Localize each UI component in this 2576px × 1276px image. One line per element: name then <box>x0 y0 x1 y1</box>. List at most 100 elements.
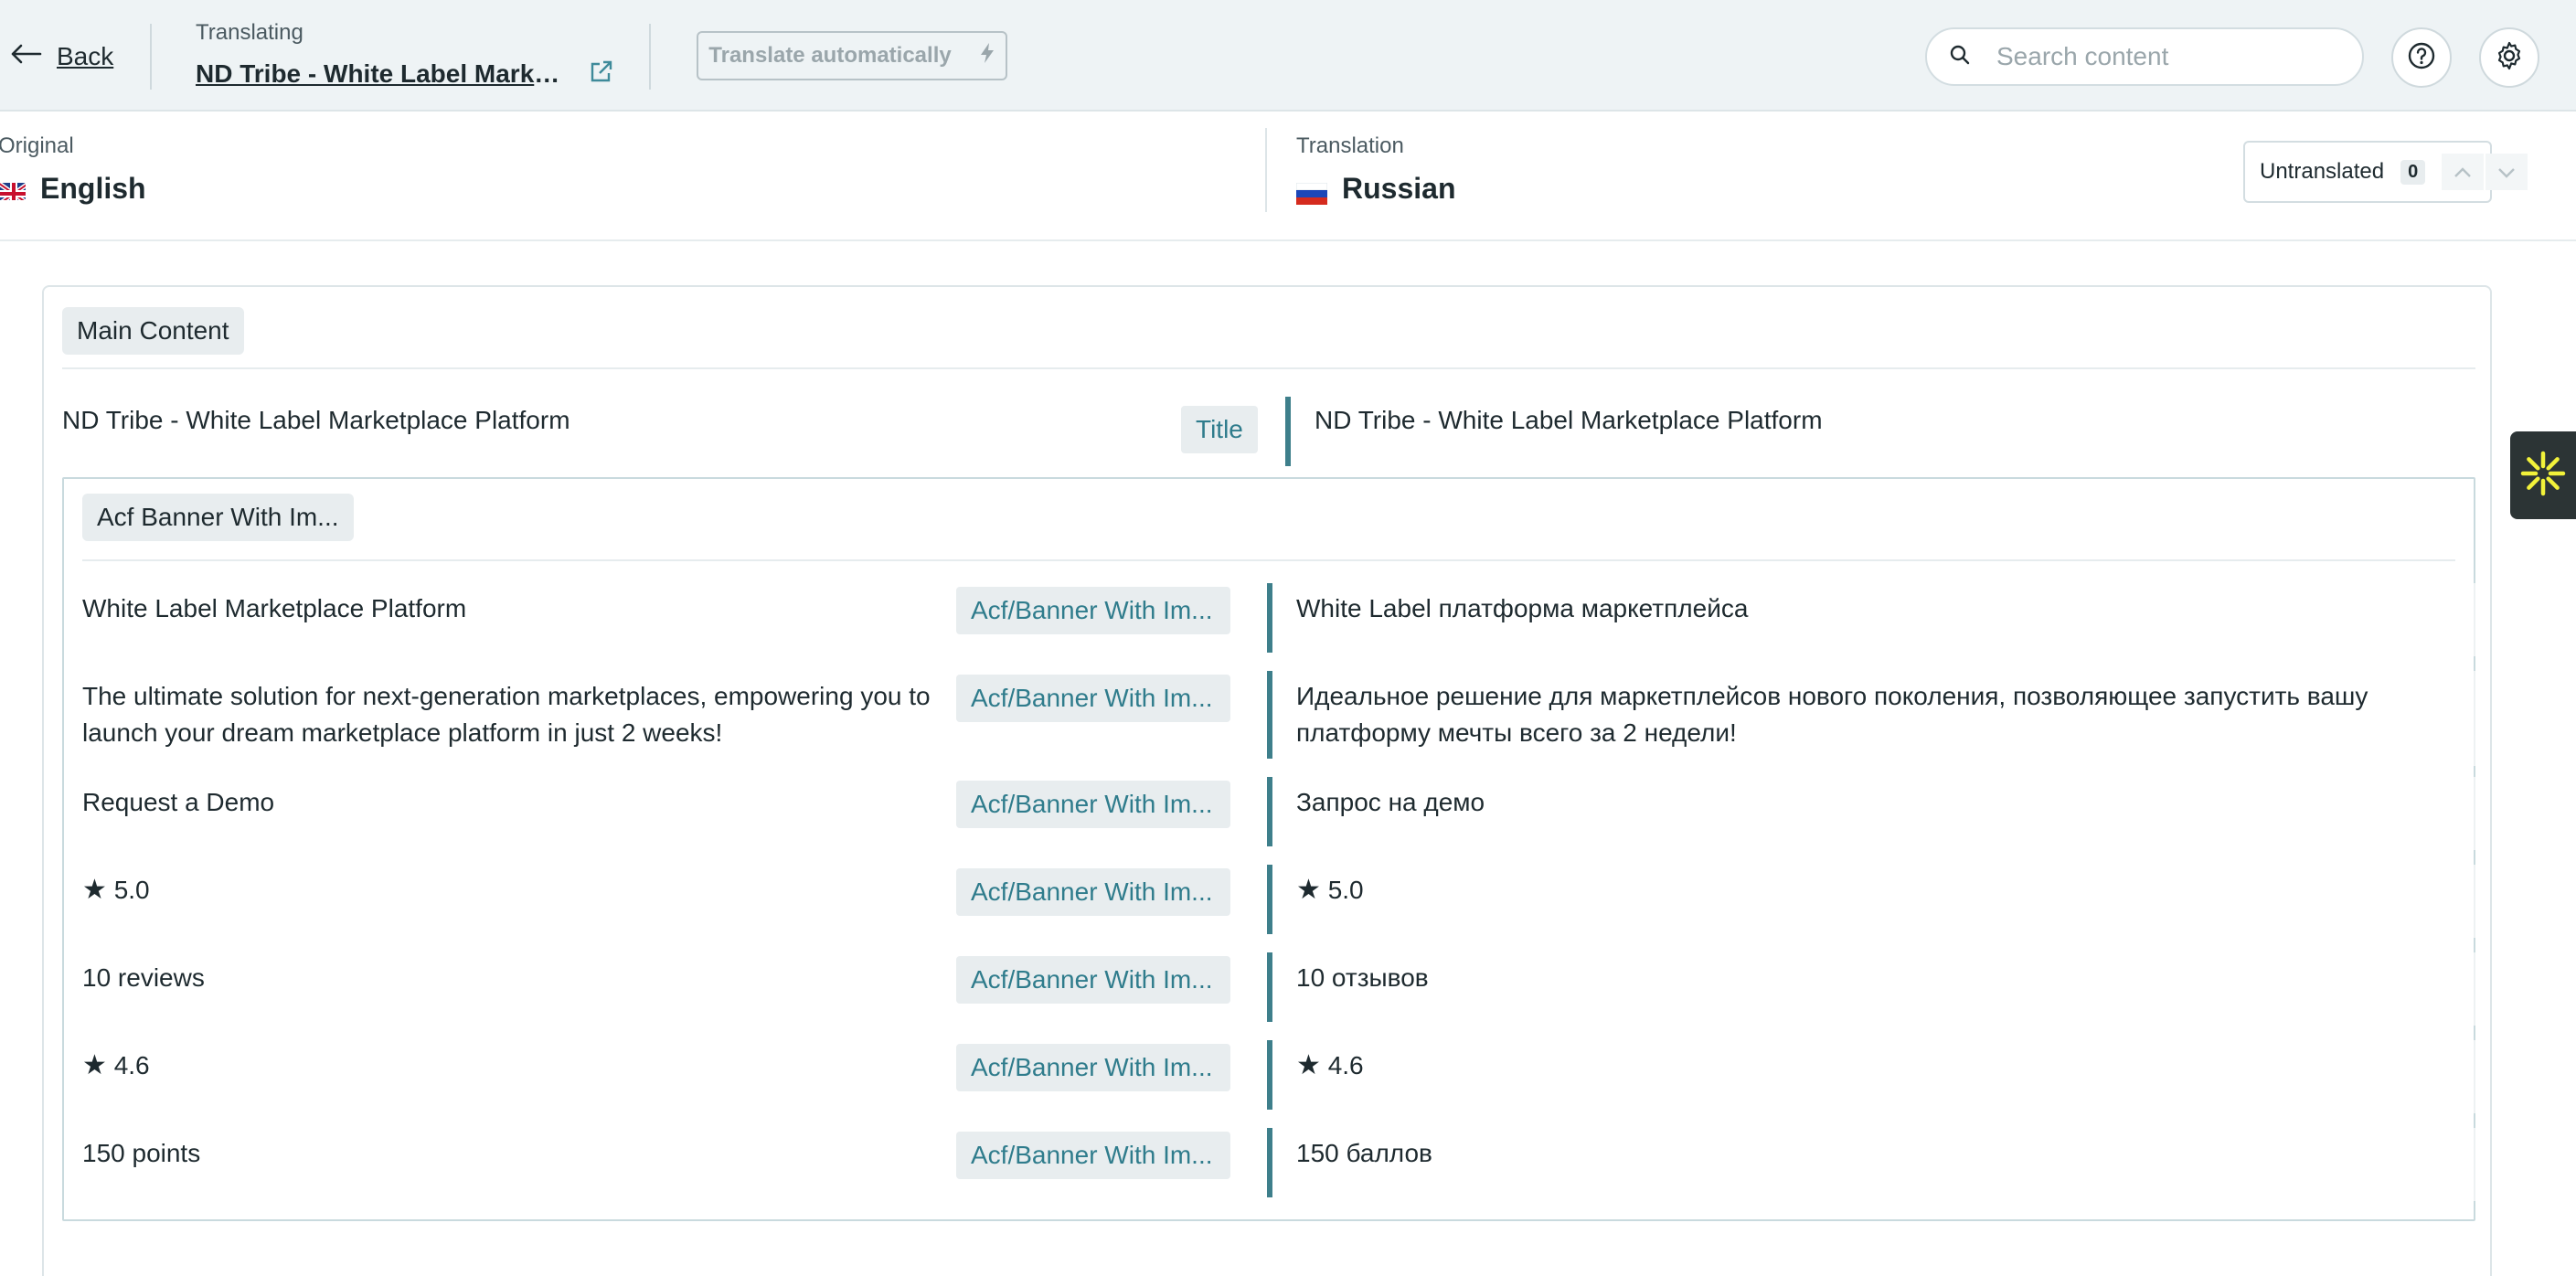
row-edge <box>2474 671 2475 766</box>
translation-row: Request a Demo Acf/Banner With Im... Зап… <box>82 777 2475 850</box>
original-text: The ultimate solution for next-generatio… <box>82 682 931 747</box>
original-value: 4.6 <box>113 1051 150 1079</box>
language-header: Original English Translation Russian Unt… <box>0 112 2576 241</box>
star-icon: ★ <box>82 875 107 905</box>
field-group: Acf Banner With Im... White Label Market… <box>62 477 2475 1221</box>
translation-text[interactable]: 150 баллов <box>1296 1135 2430 1172</box>
original-value: 5.0 <box>113 876 150 904</box>
settings-button[interactable] <box>2479 27 2539 88</box>
translation-text[interactable]: ★ 5.0 <box>1296 872 2430 909</box>
divider <box>62 367 2475 369</box>
row-edge <box>2474 583 2475 656</box>
translation-status-bar <box>1267 865 1272 934</box>
original-text: ND Tribe - White Label Marketplace Platf… <box>62 406 570 434</box>
field-badge: Acf/Banner With Im... <box>956 781 1230 828</box>
translation-text[interactable]: White Label платформа маркетплейса <box>1296 590 2430 627</box>
star-icon: ★ <box>82 1050 107 1080</box>
chevron-up-icon <box>2454 159 2472 185</box>
row-edge <box>2474 777 2475 850</box>
field-badge: Acf/Banner With Im... <box>956 1044 1230 1091</box>
translation-language-name: Russian <box>1342 172 1456 205</box>
translation-caption: Translation <box>1296 133 1404 158</box>
translation-value: 5.0 <box>1327 876 1364 904</box>
original-text: 10 reviews <box>82 963 205 992</box>
translation-language: Translation Russian <box>1295 133 1456 206</box>
question-circle-icon <box>2407 41 2436 75</box>
translation-value: 4.6 <box>1327 1051 1364 1079</box>
translation-row: White Label Marketplace Platform Acf/Ban… <box>82 583 2475 656</box>
title-row: ND Tribe - White Label Marketplace Platf… <box>62 397 2475 470</box>
translation-status-bar <box>1267 583 1272 653</box>
translation-text[interactable]: 10 отзывов <box>1296 960 2430 996</box>
field-badge: Acf/Banner With Im... <box>956 587 1230 634</box>
previous-untranslated-button[interactable] <box>2442 154 2485 190</box>
search-box[interactable] <box>1925 27 2364 86</box>
back-link[interactable]: Back <box>9 37 113 77</box>
translation-text[interactable]: ★ 4.6 <box>1296 1047 2430 1084</box>
row-edge <box>2474 952 2475 1026</box>
field-badge: Acf/Banner With Im... <box>956 868 1230 916</box>
field-badge: Title <box>1181 406 1258 453</box>
untranslated-navigator[interactable]: Untranslated 0 <box>2243 141 2528 203</box>
uk-flag-icon <box>0 178 26 200</box>
original-caption: Original <box>0 133 74 158</box>
original-language-name: English <box>40 172 146 205</box>
translation-status-bar <box>1267 1128 1272 1197</box>
star-icon: ★ <box>1296 1050 1321 1080</box>
translation-status-bar <box>1267 952 1272 1022</box>
translation-status-bar <box>1285 397 1291 466</box>
translation-text[interactable]: Запрос на демо <box>1296 784 2430 821</box>
external-link-icon[interactable] <box>589 58 614 89</box>
arrow-left-icon <box>9 42 42 71</box>
original-text: 150 points <box>82 1139 201 1167</box>
chevron-down-icon <box>2497 159 2516 185</box>
divider <box>82 559 2455 561</box>
back-label: Back <box>57 42 114 70</box>
search-input[interactable] <box>1996 42 2326 71</box>
next-untranslated-button[interactable] <box>2486 154 2528 190</box>
translate-automatically-button[interactable]: Translate automatically <box>697 31 1007 80</box>
translation-status-bar <box>1267 777 1272 846</box>
floating-assistant-widget[interactable] <box>2510 431 2576 519</box>
search-icon <box>1949 44 1971 70</box>
star-icon: ★ <box>1296 875 1321 905</box>
untranslated-count: 0 <box>2400 159 2426 185</box>
group-label: Acf Banner With Im... <box>82 494 354 541</box>
translation-row: 10 reviews Acf/Banner With Im... 10 отзы… <box>82 952 2475 1026</box>
field-badge: Acf/Banner With Im... <box>956 1132 1230 1179</box>
row-edge <box>2474 1128 2475 1201</box>
original-language: Original English <box>0 133 146 206</box>
translation-status-bar <box>1267 1040 1272 1110</box>
row-edge <box>2474 1040 2475 1113</box>
translation-row: ★ 5.0 Acf/Banner With Im... ★ 5.0 <box>82 865 2475 938</box>
translation-text[interactable]: Идеальное решение для маркетплейсов ново… <box>1296 678 2430 751</box>
asterisk-burst-icon <box>2517 448 2569 504</box>
divider <box>649 24 651 90</box>
translate-automatically-label: Translate automatically <box>708 43 952 68</box>
column-divider <box>1265 128 1267 212</box>
translating-caption: Translating <box>196 20 303 45</box>
lightning-icon <box>979 42 995 70</box>
section-label: Main Content <box>62 307 244 355</box>
original-text: White Label Marketplace Platform <box>82 594 467 622</box>
original-text: Request a Demo <box>82 788 275 816</box>
divider <box>150 24 152 90</box>
field-badge: Acf/Banner With Im... <box>956 956 1230 1004</box>
help-button[interactable] <box>2391 27 2452 88</box>
russia-flag-icon <box>1295 178 1328 205</box>
original-text: ★ 5.0 <box>82 872 960 909</box>
content-panel: Main Content ND Tribe - White Label Mark… <box>42 285 2492 1276</box>
original-text: ★ 4.6 <box>82 1047 960 1084</box>
page-title-link[interactable]: ND Tribe - White Label Market... <box>196 59 561 89</box>
field-badge: Acf/Banner With Im... <box>956 675 1230 722</box>
top-bar: Back Translating ND Tribe - White Label … <box>0 0 2576 112</box>
translation-row: 150 points Acf/Banner With Im... 150 бал… <box>82 1128 2475 1201</box>
translation-status-bar <box>1267 671 1272 759</box>
translation-text[interactable]: ND Tribe - White Label Marketplace Platf… <box>1315 406 1823 435</box>
translating-block: Translating ND Tribe - White Label Marke… <box>196 20 614 89</box>
gear-icon <box>2494 40 2525 76</box>
translation-row: The ultimate solution for next-generatio… <box>82 671 2475 766</box>
row-edge <box>2474 865 2475 938</box>
translation-row: ★ 4.6 Acf/Banner With Im... ★ 4.6 <box>82 1040 2475 1113</box>
untranslated-label: Untranslated <box>2260 159 2385 184</box>
